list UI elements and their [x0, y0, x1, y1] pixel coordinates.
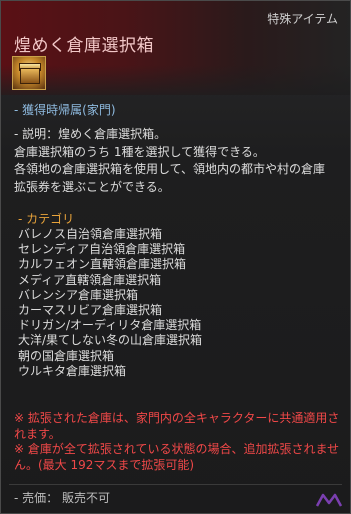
- item-name: 煌めく倉庫選択箱: [14, 36, 154, 56]
- category-item: 朝の国倉庫選択箱: [18, 348, 115, 363]
- warning-line: ※ 拡張された倉庫は、家門内の全キャラクターに共通適用されます。: [14, 411, 340, 441]
- warning-notes: ※ 拡張された倉庫は、家門内の全キャラクターに共通適用されます。 ※ 倉庫が全て…: [14, 411, 344, 473]
- category-item: ドリガン/オーディリタ倉庫選択箱: [18, 318, 202, 333]
- chest-body: [20, 68, 40, 84]
- category-item: ウルキタ倉庫選択箱: [18, 363, 127, 378]
- category-item: バレンシア倉庫選択箱: [18, 287, 139, 302]
- item-grade-label: 特殊アイテム: [267, 12, 338, 26]
- description-line: 倉庫選択箱のうち 1種を選択して獲得できる。: [14, 144, 265, 159]
- category-item: メディア直轄領倉庫選択箱: [18, 272, 162, 287]
- item-description: - 説明：煌めく倉庫選択箱。 倉庫選択箱のうち 1種を選択して獲得できる。 各領…: [14, 126, 344, 196]
- warning-line: ※ 倉庫が全て拡張されている状態の場合、追加拡張されません。(最大 192マスま…: [14, 442, 340, 472]
- description-line: - 説明：煌めく倉庫選択箱。: [14, 127, 167, 141]
- description-line: 拡張券を選ぶことができる。: [14, 179, 170, 194]
- category-heading: - カテゴリ: [18, 212, 75, 226]
- item-tooltip: 特殊アイテム 煌めく倉庫選択箱 - 獲得時帰属(家門) - 説明：煌めく倉庫選択…: [0, 0, 351, 514]
- category-item: カーマスリビア倉庫選択箱: [18, 303, 163, 318]
- category-item: 大洋/果てしない冬の山倉庫選択箱: [18, 333, 203, 348]
- category-item: バレノス自治領倉庫選択箱: [18, 227, 163, 241]
- category-item: カルフェオン直轄領倉庫選択箱: [18, 257, 187, 272]
- game-logo-icon: [315, 493, 343, 507]
- category-item: セレンディア自治領倉庫選択箱: [18, 242, 186, 257]
- divider: [9, 484, 342, 485]
- bind-info: - 獲得時帰属(家門): [14, 103, 116, 117]
- sale-price: - 売価： 販売不可: [14, 491, 110, 505]
- treasure-chest-icon[interactable]: [12, 56, 46, 90]
- category-list: バレノス自治領倉庫選択箱 セレンディア自治領倉庫選択箱 カルフェオン直轄領倉庫選…: [18, 227, 202, 379]
- description-line: 各領地の倉庫選択箱を使用して、領地内の都市や村の倉庫: [14, 162, 326, 176]
